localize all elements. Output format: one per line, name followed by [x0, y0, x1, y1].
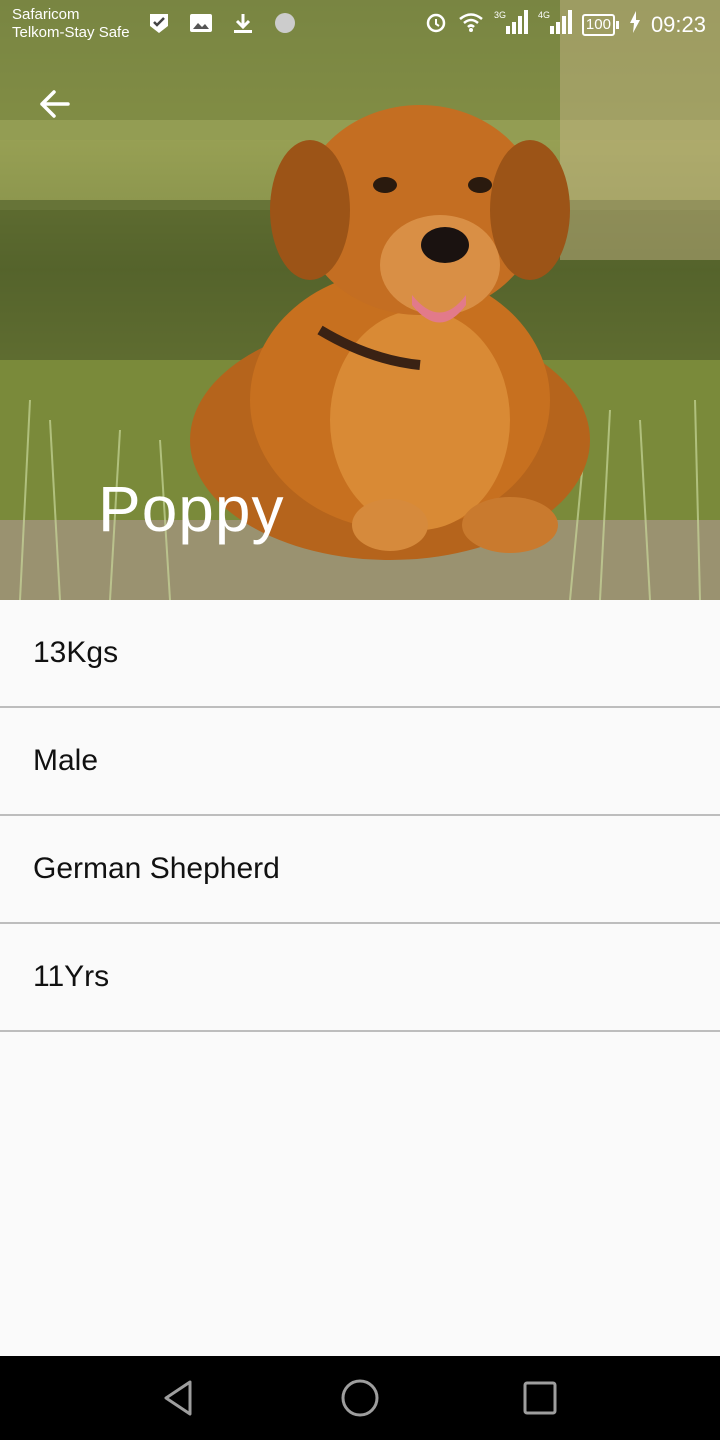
- recents-square-icon: [523, 1381, 557, 1415]
- detail-gender: Male: [0, 708, 720, 816]
- navigation-bar: [0, 1356, 720, 1440]
- signal-3g-icon: 3G: [494, 10, 528, 40]
- detail-weight: 13Kgs: [0, 600, 720, 708]
- battery-icon: 100: [581, 14, 619, 36]
- carrier-primary: Safaricom: [12, 6, 80, 23]
- status-bar: Safaricom Telkom-Stay Safe 3G 4G 100 09:…: [0, 0, 720, 48]
- download-icon: [230, 10, 256, 36]
- svg-text:4G: 4G: [538, 10, 550, 20]
- wifi-icon: [458, 11, 484, 39]
- nav-recents-button[interactable]: [518, 1376, 562, 1420]
- back-button[interactable]: [34, 84, 78, 124]
- signal-4g-icon: 4G: [538, 10, 572, 40]
- pet-details-list: 13Kgs Male German Shepherd 11Yrs: [0, 600, 720, 1032]
- notification-icons: [146, 10, 298, 36]
- image-icon: [188, 10, 214, 36]
- battery-level: 100: [581, 14, 615, 36]
- nav-back-button[interactable]: [158, 1376, 202, 1420]
- detail-breed: German Shepherd: [0, 816, 720, 924]
- home-circle-icon: [341, 1379, 379, 1417]
- back-triangle-icon: [164, 1380, 192, 1416]
- pet-photo: Safaricom Telkom-Stay Safe 3G 4G 100 09:…: [0, 0, 720, 600]
- carrier-secondary: Telkom-Stay Safe: [12, 24, 130, 41]
- nav-home-button[interactable]: [338, 1376, 382, 1420]
- system-icons: 3G 4G 100 09:23: [424, 10, 706, 40]
- shield-check-icon: [146, 10, 172, 36]
- clock: 09:23: [650, 12, 706, 37]
- svg-text:3G: 3G: [494, 10, 506, 20]
- dot-icon: [272, 10, 298, 36]
- alarm-icon: [424, 10, 448, 40]
- pet-name-title: Poppy: [98, 473, 285, 545]
- arrow-left-icon: [40, 90, 70, 118]
- charging-icon: [629, 11, 641, 39]
- carrier-names: Safaricom Telkom-Stay Safe: [12, 6, 130, 42]
- detail-age: 11Yrs: [0, 924, 720, 1032]
